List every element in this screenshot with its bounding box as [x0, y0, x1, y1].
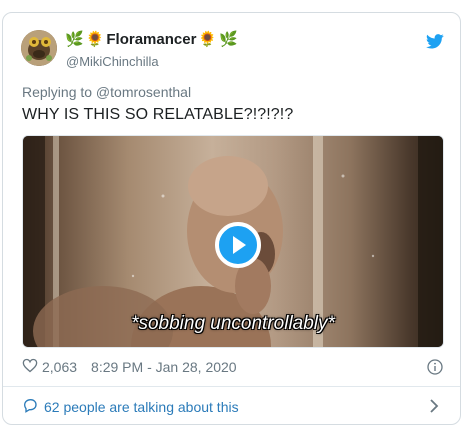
info-icon[interactable] [427, 359, 443, 380]
avatar[interactable] [21, 30, 57, 66]
play-button[interactable] [215, 222, 261, 268]
author-name[interactable]: Floramancer [106, 31, 196, 48]
replying-to-link[interactable]: Replying to @tomrosenthal [22, 84, 191, 100]
twitter-bird-icon[interactable] [426, 34, 444, 54]
comment-bubble-icon [22, 397, 38, 416]
heart-icon[interactable] [22, 358, 38, 376]
author-name-row[interactable]: 🌿 🌻 Floramancer 🌻 🌿 [65, 31, 238, 48]
play-icon [233, 236, 246, 254]
divider [3, 386, 460, 387]
tweet-card: 🌿 🌻 Floramancer 🌻 🌿 @MikiChinchilla Repl… [2, 12, 461, 425]
media-caption: *sobbing uncontrollably* [131, 313, 335, 334]
tweet-text: WHY IS THIS SO RELATABLE?!?!?!? [22, 106, 294, 123]
author-handle[interactable]: @MikiChinchilla [66, 54, 159, 69]
chevron-right-icon[interactable] [429, 399, 439, 418]
like-count[interactable]: 2,063 [42, 359, 77, 375]
tweet-timestamp[interactable]: 8:29 PM - Jan 28, 2020 [91, 359, 237, 375]
sunflower-emoji: 🌻 [198, 31, 218, 48]
herb-emoji: 🌿 [219, 31, 238, 48]
tweet-media-video[interactable]: *sobbing uncontrollably* [22, 135, 444, 348]
conversation-text[interactable]: 62 people are talking about this [44, 399, 239, 415]
sunflower-emoji: 🌻 [85, 31, 105, 48]
herb-emoji: 🌿 [65, 31, 84, 48]
conversation-link[interactable]: 62 people are talking about this [22, 397, 239, 416]
tweet-meta-row: 2,063 8:29 PM - Jan 28, 2020 [22, 358, 237, 376]
